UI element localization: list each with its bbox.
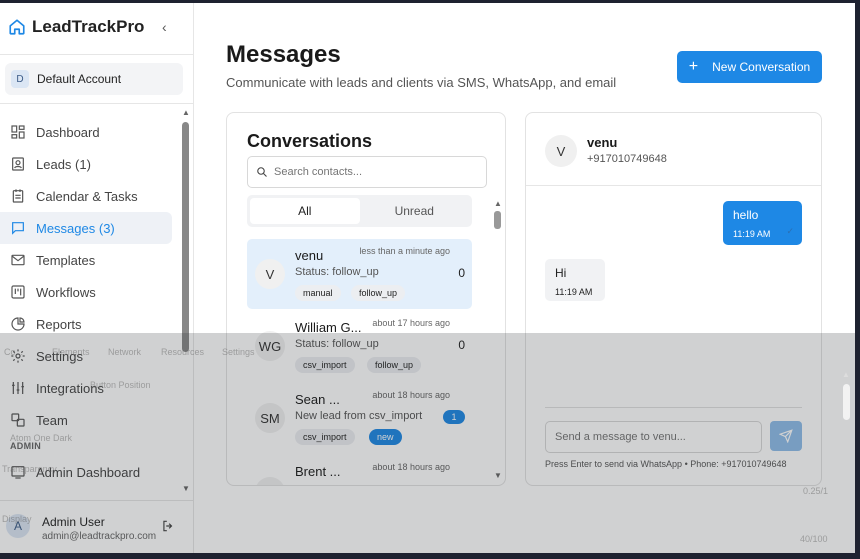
devtools-tab[interactable]: Network bbox=[108, 347, 141, 357]
sidebar-item-label: Templates bbox=[36, 252, 96, 268]
divider bbox=[0, 103, 194, 104]
sidebar-item-workflows[interactable]: Workflows bbox=[0, 276, 172, 308]
scrollbar-thumb[interactable] bbox=[182, 122, 189, 352]
workflow-icon bbox=[11, 285, 25, 299]
tab-all[interactable]: All bbox=[250, 198, 360, 224]
avatar: V bbox=[545, 135, 577, 167]
devtools-tab[interactable]: Co... bbox=[4, 347, 23, 357]
calendar-icon bbox=[12, 189, 24, 203]
devtools-scrollbar[interactable]: ▲ bbox=[841, 370, 851, 540]
page-title: Messages bbox=[226, 41, 341, 68]
check-icon: ✓ bbox=[786, 226, 794, 236]
app-window: LeadTrackPro ‹ D Default Account Dashboa… bbox=[0, 3, 855, 553]
conversation-tabs: All Unread bbox=[247, 195, 472, 227]
tab-unread[interactable]: Unread bbox=[360, 198, 470, 224]
devtools-readout: 40/100 bbox=[800, 534, 828, 544]
sidebar-item-messages[interactable]: Messages (3) bbox=[0, 212, 172, 244]
sidebar-item-label: Calendar & Tasks bbox=[36, 188, 138, 204]
avatar: V bbox=[255, 259, 285, 289]
conversation-item[interactable]: V venu less than a minute ago Status: fo… bbox=[247, 239, 472, 309]
plus-icon: + bbox=[688, 58, 699, 75]
devtools-option: Atom One Dark bbox=[10, 433, 73, 443]
conversation-time: less than a minute ago bbox=[359, 246, 450, 256]
sidebar-item-label: Leads (1) bbox=[36, 156, 91, 172]
message-icon bbox=[12, 222, 24, 235]
sidebar-item-label: Workflows bbox=[36, 284, 96, 300]
home-icon bbox=[9, 19, 25, 35]
devtools-tab[interactable]: Settings bbox=[222, 347, 255, 357]
pie-chart-icon bbox=[11, 317, 25, 331]
message-text: hello bbox=[733, 208, 759, 222]
message-time: 11:19 AM bbox=[555, 287, 593, 297]
tag: manual bbox=[295, 285, 341, 301]
sidebar-item-label: Messages (3) bbox=[36, 220, 115, 236]
scroll-up-icon[interactable]: ▲ bbox=[182, 108, 190, 117]
leads-icon bbox=[12, 157, 24, 171]
chat-contact-phone: +917010749648 bbox=[587, 153, 667, 165]
chat-contact-name: venu bbox=[587, 135, 618, 150]
devtools-tab[interactable]: Resources bbox=[161, 347, 204, 357]
sidebar-item-label: Reports bbox=[36, 316, 82, 332]
account-name: Default Account bbox=[37, 72, 122, 86]
message-time: 11:19 AM bbox=[733, 229, 771, 239]
message-count: 0 bbox=[458, 266, 465, 280]
page-subtitle: Communicate with leads and clients via S… bbox=[226, 75, 617, 90]
new-conversation-label: New Conversation bbox=[712, 60, 811, 74]
devtools-overlay: Co... Elements Network Resources Setting… bbox=[0, 333, 855, 553]
mail-icon bbox=[11, 254, 25, 266]
search-box[interactable] bbox=[247, 156, 487, 188]
outgoing-message: hello 11:19 AM ✓ bbox=[723, 201, 802, 245]
brand[interactable]: LeadTrackPro bbox=[8, 17, 144, 37]
sidebar-item-label: Dashboard bbox=[36, 124, 100, 140]
account-switcher[interactable]: D Default Account bbox=[5, 63, 183, 95]
new-conversation-button[interactable]: + New Conversation bbox=[677, 51, 822, 83]
conversation-status: Status: follow_up bbox=[295, 266, 379, 278]
devtools-readout: 0.25/1 bbox=[803, 486, 829, 496]
search-icon bbox=[257, 167, 267, 177]
scroll-up-icon[interactable]: ▲ bbox=[494, 199, 502, 208]
contact-name: venu bbox=[295, 248, 324, 263]
dashboard-icon bbox=[11, 125, 25, 139]
scrollbar-thumb[interactable] bbox=[494, 211, 501, 229]
search-input[interactable] bbox=[274, 166, 474, 178]
devtools-tab[interactable]: Elements bbox=[52, 347, 90, 357]
account-avatar: D bbox=[11, 70, 29, 88]
message-text: Hi bbox=[555, 266, 567, 280]
incoming-message: Hi 11:19 AM bbox=[545, 259, 605, 301]
chevron-left-icon[interactable]: ‹ bbox=[162, 19, 167, 35]
chat-header: V venu +917010749648 bbox=[526, 113, 821, 186]
devtools-option: Display bbox=[2, 514, 32, 524]
sidebar-item-leads[interactable]: Leads (1) bbox=[0, 148, 172, 180]
devtools-option: Transparency bbox=[2, 464, 57, 474]
devtools-option: Button Position bbox=[90, 380, 151, 390]
scroll-up-icon[interactable]: ▲ bbox=[842, 370, 850, 379]
tag: follow_up bbox=[351, 285, 406, 301]
conversations-title: Conversations bbox=[247, 131, 373, 151]
sidebar-item-calendar[interactable]: Calendar & Tasks bbox=[0, 180, 172, 212]
divider bbox=[0, 54, 194, 55]
sidebar-item-dashboard[interactable]: Dashboard bbox=[0, 116, 172, 148]
sidebar-item-templates[interactable]: Templates bbox=[0, 244, 172, 276]
brand-name: LeadTrackPro bbox=[32, 17, 145, 36]
scrollbar-thumb[interactable] bbox=[843, 384, 850, 420]
conversation-time: about 17 hours ago bbox=[372, 318, 450, 328]
